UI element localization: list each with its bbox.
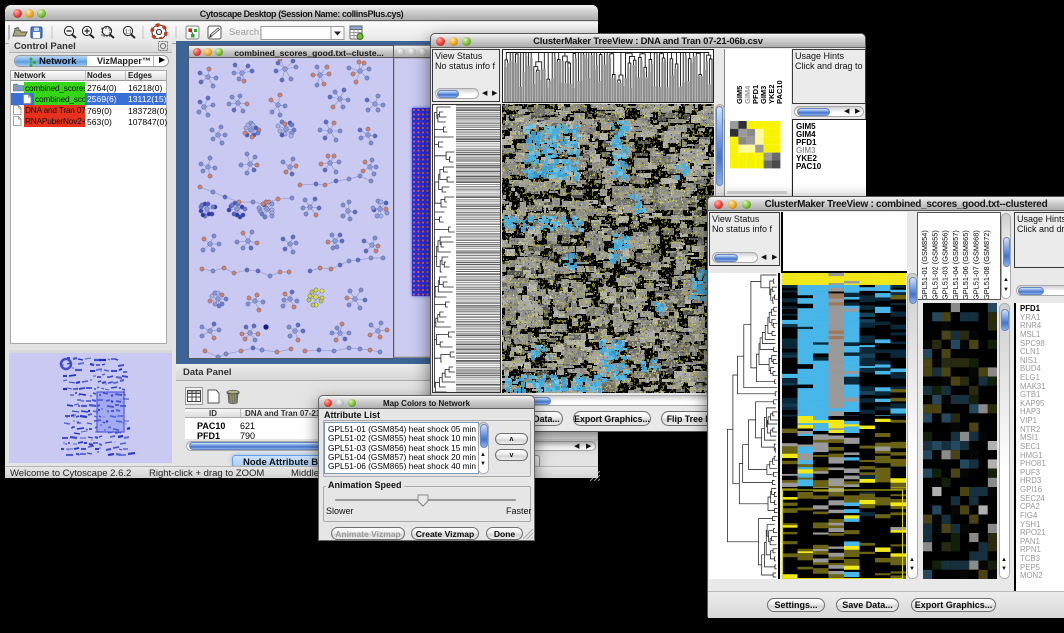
svg-text:GPL51-04 (GSM857): GPL51-04 (GSM857) xyxy=(951,230,960,300)
svg-text:Search:: Search: xyxy=(229,27,262,38)
svg-text:PAC10: PAC10 xyxy=(775,80,784,104)
svg-text:GPL51-07 (GSM868): GPL51-07 (GSM868) xyxy=(972,230,981,300)
svg-text:GPL51-01 (GSM854): GPL51-01 (GSM854) xyxy=(920,230,929,300)
svg-text:GPL51-06 (GSM865): GPL51-06 (GSM865) xyxy=(961,230,970,300)
svg-text:GPL51-02 (GSM855): GPL51-02 (GSM855) xyxy=(930,230,939,300)
svg-text:GPL51-03 (GSM856): GPL51-03 (GSM856) xyxy=(941,230,950,300)
svg-text:1:1: 1:1 xyxy=(125,30,132,36)
svg-text:GPL51-08 (GSM872): GPL51-08 (GSM872) xyxy=(982,230,991,300)
